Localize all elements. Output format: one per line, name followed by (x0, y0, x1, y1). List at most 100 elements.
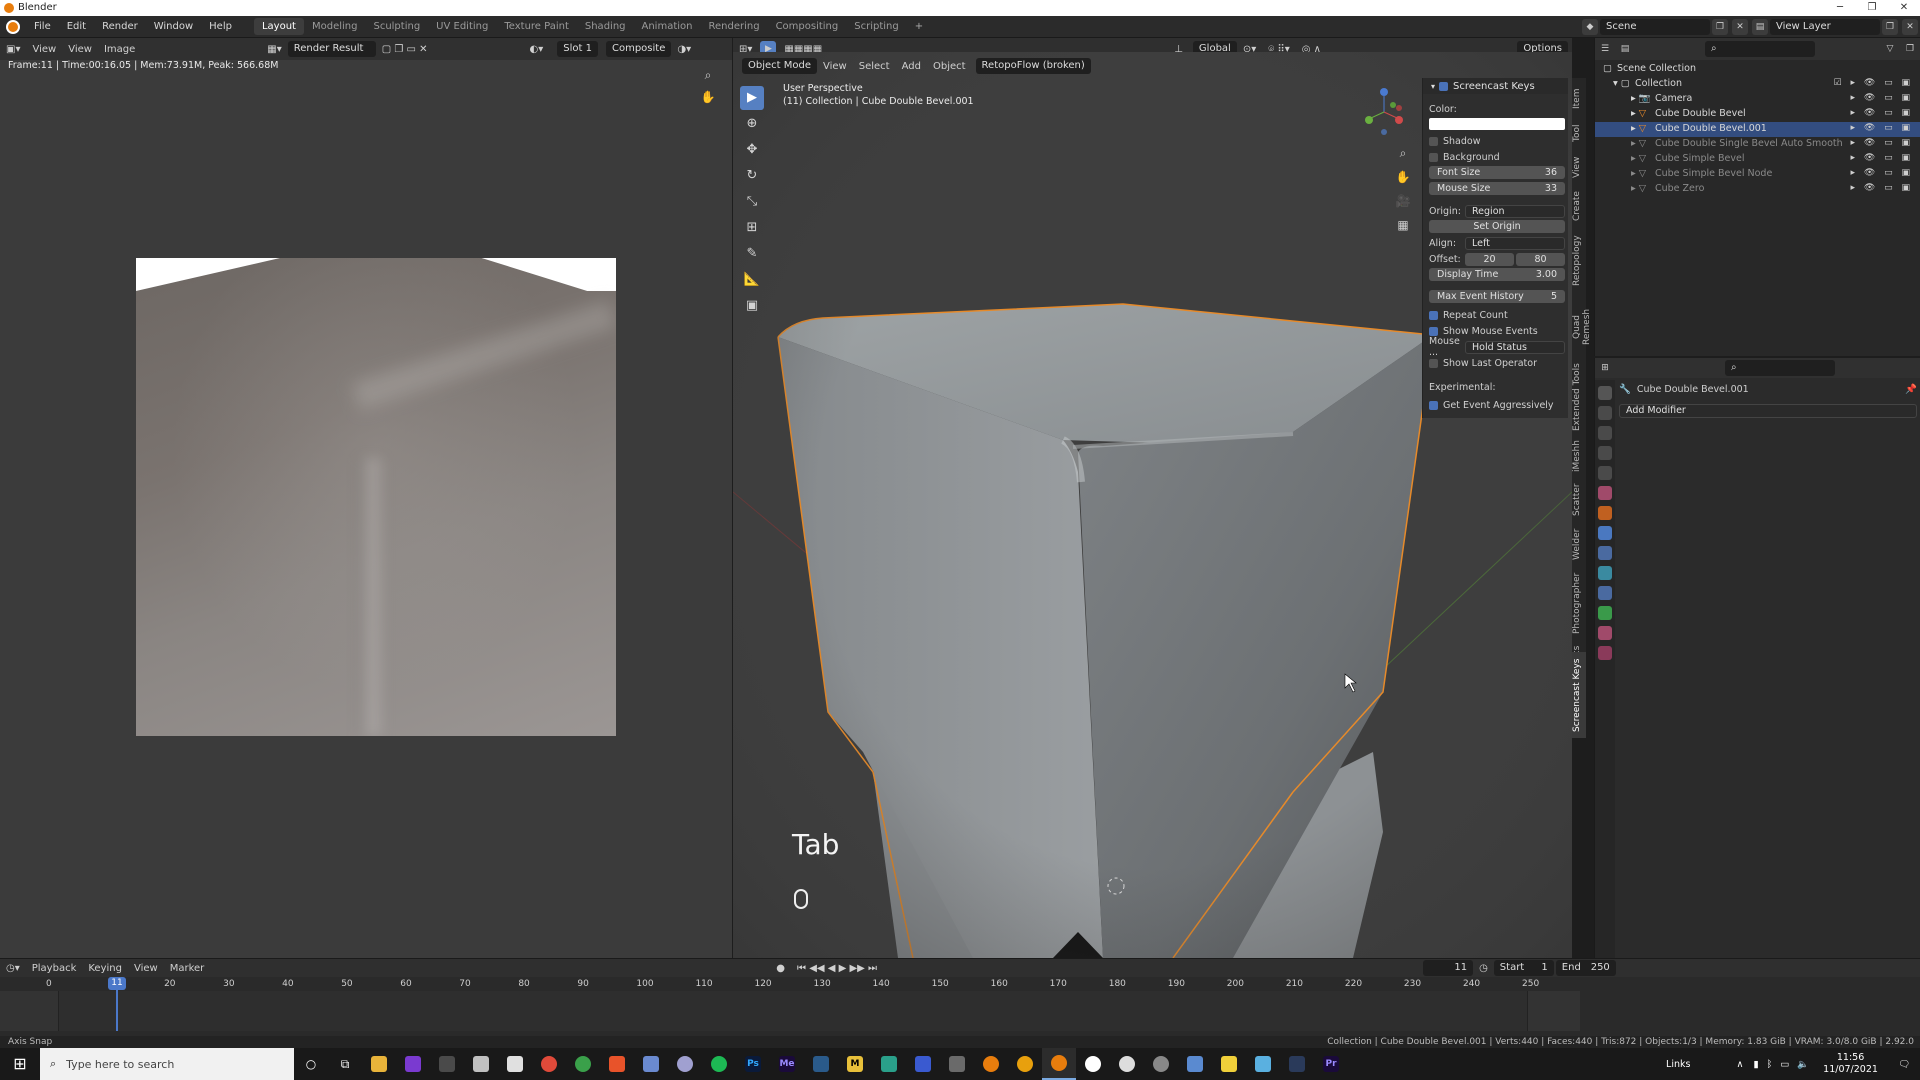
menu-render[interactable]: Render (94, 21, 146, 32)
properties-editor-type-icon[interactable]: ⊞ (1597, 360, 1613, 376)
tray-app-icon[interactable]: ▮ (1753, 1059, 1758, 1070)
pan-hand-icon[interactable]: ✋ (1394, 170, 1412, 188)
set-origin-button[interactable]: Set Origin (1429, 220, 1565, 233)
composite-selector[interactable]: Composite (605, 41, 672, 57)
minimize-button[interactable]: ─ (1824, 0, 1856, 16)
get-event-checkbox[interactable] (1429, 400, 1438, 410)
image-actions-icon[interactable]: ▢ ❐ ▭ ✕ (376, 44, 434, 55)
tab-extended-tools[interactable]: Extended Tools (1572, 362, 1586, 432)
list-item[interactable]: ▸ ▽ Cube Double Bevel.001 ▸ 👁 ▭ ▣ (1595, 122, 1920, 137)
zoom-icon[interactable]: ⌕ (700, 68, 716, 84)
editor-type-icon[interactable]: ▣▾ (0, 44, 26, 55)
move-tool-icon[interactable]: ✥ (740, 138, 764, 162)
timeline-view-menu[interactable]: View (128, 963, 164, 974)
tray-chevron-icon[interactable]: ∧ (1736, 1059, 1743, 1070)
tab-scatter[interactable]: Scatter (1572, 480, 1586, 520)
app-icon[interactable] (804, 1048, 838, 1080)
channels-icon[interactable]: ◑▾ (671, 44, 697, 55)
tab-screencast-keys[interactable]: Screencast Keys (1572, 652, 1586, 738)
tab-create[interactable]: Create (1572, 186, 1586, 226)
list-item[interactable]: ▸ ▽ Cube Simple Bevel Node ▸ 👁 ▭ ▣ (1595, 167, 1920, 182)
new-view-layer-icon[interactable]: ❐ (1882, 19, 1898, 35)
cursor-tool-icon[interactable]: ⊕ (740, 112, 764, 136)
task-view-icon[interactable]: ⧉ (328, 1048, 362, 1080)
app-icon[interactable] (872, 1048, 906, 1080)
volume-icon[interactable]: 🔈 (1797, 1059, 1809, 1070)
premiere-icon[interactable]: Pr (1314, 1048, 1348, 1080)
object-tab-icon[interactable] (1598, 506, 1612, 520)
app-icon[interactable] (1076, 1048, 1110, 1080)
app-m-icon[interactable]: M (838, 1048, 872, 1080)
sticky-notes-icon[interactable] (1212, 1048, 1246, 1080)
list-item[interactable]: ▸ ▽ Cube Double Bevel ▸ 👁 ▭ ▣ (1595, 107, 1920, 122)
retopoflow-menu[interactable]: RetopoFlow (broken) (975, 58, 1091, 74)
panel-header[interactable]: ▾ Screencast Keys (1423, 78, 1568, 94)
app-icon[interactable] (634, 1048, 668, 1080)
add-cube-tool-icon[interactable]: ▣ (740, 294, 764, 318)
physics-tab-icon[interactable] (1598, 566, 1612, 580)
texture-tab-icon[interactable] (1598, 646, 1612, 660)
transform-tool-icon[interactable]: ⊞ (740, 216, 764, 240)
menu-file[interactable]: File (26, 21, 59, 32)
pan-hand-icon[interactable]: ✋ (700, 90, 716, 106)
scale-tool-icon[interactable]: ⤡ (740, 190, 764, 214)
app-icon[interactable] (498, 1048, 532, 1080)
spotify-icon[interactable] (702, 1048, 736, 1080)
tab-imeshh[interactable]: iMeshh (1572, 436, 1586, 476)
scene-tab-icon[interactable] (1598, 466, 1612, 480)
scene-selector[interactable]: Scene (1600, 19, 1710, 35)
image-menu-image[interactable]: Image (98, 44, 141, 55)
tab-uv-editing[interactable]: UV Editing (428, 18, 496, 35)
vp-menu-add[interactable]: Add (896, 61, 927, 72)
keying-menu[interactable]: Keying (82, 963, 128, 974)
tab-texture-paint[interactable]: Texture Paint (496, 18, 577, 35)
brave-icon[interactable] (600, 1048, 634, 1080)
tab-animation[interactable]: Animation (634, 18, 701, 35)
background-row[interactable]: Background (1429, 150, 1565, 164)
blender-active-icon[interactable] (1042, 1048, 1076, 1080)
render-tab-icon[interactable] (1598, 406, 1612, 420)
shadow-row[interactable]: Shadow (1429, 134, 1565, 148)
select-box-tool-icon[interactable]: ▶ (740, 86, 764, 110)
collapse-icon[interactable]: ▾ (1431, 82, 1435, 91)
image-view-mode[interactable]: View (26, 44, 62, 55)
filter-icon[interactable]: ▽ (1882, 41, 1898, 57)
camera-view-icon[interactable]: 🎥 (1394, 194, 1412, 212)
tab-compositing[interactable]: Compositing (768, 18, 847, 35)
output-tab-icon[interactable] (1598, 426, 1612, 440)
app-icon[interactable] (464, 1048, 498, 1080)
app-icon[interactable] (906, 1048, 940, 1080)
preview-range-icon[interactable]: ◷ (1473, 963, 1494, 974)
view-layer-tab-icon[interactable] (1598, 446, 1612, 460)
app-icon[interactable] (1246, 1048, 1280, 1080)
clock[interactable]: 11:56 11/07/2021 (1823, 1052, 1878, 1076)
scene-icon[interactable]: ◆ (1582, 19, 1598, 35)
marker-menu[interactable]: Marker (164, 963, 211, 974)
tab-rendering[interactable]: Rendering (700, 18, 767, 35)
tab-view[interactable]: View (1572, 152, 1586, 182)
outliner-editor-type-icon[interactable]: ☰ (1597, 41, 1613, 57)
max-event-history-field[interactable]: Max Event History 5 (1429, 290, 1565, 303)
app-icon[interactable] (940, 1048, 974, 1080)
rotate-tool-icon[interactable]: ↻ (740, 164, 764, 188)
blender-icon[interactable] (974, 1048, 1008, 1080)
current-frame-field[interactable]: 11 (1423, 960, 1474, 976)
start-frame-field[interactable]: Start 1 (1493, 960, 1554, 976)
record-icon[interactable]: ● (770, 963, 791, 974)
playback-menu[interactable]: Playback (26, 963, 83, 974)
notifications-icon[interactable]: 🗨 (1898, 1059, 1910, 1070)
list-item[interactable]: ▸ ▽ Cube Zero ▸ 👁 ▭ ▣ (1595, 182, 1920, 197)
list-item[interactable]: ▸ ▽ Cube Double Single Bevel Auto Smooth ▸… (1595, 137, 1920, 152)
tab-welder[interactable]: Welder (1572, 524, 1586, 564)
show-mouse-checkbox[interactable] (1429, 326, 1438, 336)
windows-start-icon[interactable]: ⊞ (0, 1048, 40, 1080)
affinity-icon[interactable] (396, 1048, 430, 1080)
particles-tab-icon[interactable] (1598, 546, 1612, 560)
timeline-editor-type-icon[interactable]: ◷▾ (0, 963, 26, 974)
modifier-tab-icon[interactable] (1598, 526, 1612, 540)
add-modifier-button[interactable]: Add Modifier (1619, 404, 1917, 418)
repeat-count-checkbox[interactable] (1429, 310, 1438, 320)
view-layer-icon[interactable]: ▤ (1752, 19, 1768, 35)
data-tab-icon[interactable] (1598, 606, 1612, 620)
steam-icon[interactable] (1280, 1048, 1314, 1080)
